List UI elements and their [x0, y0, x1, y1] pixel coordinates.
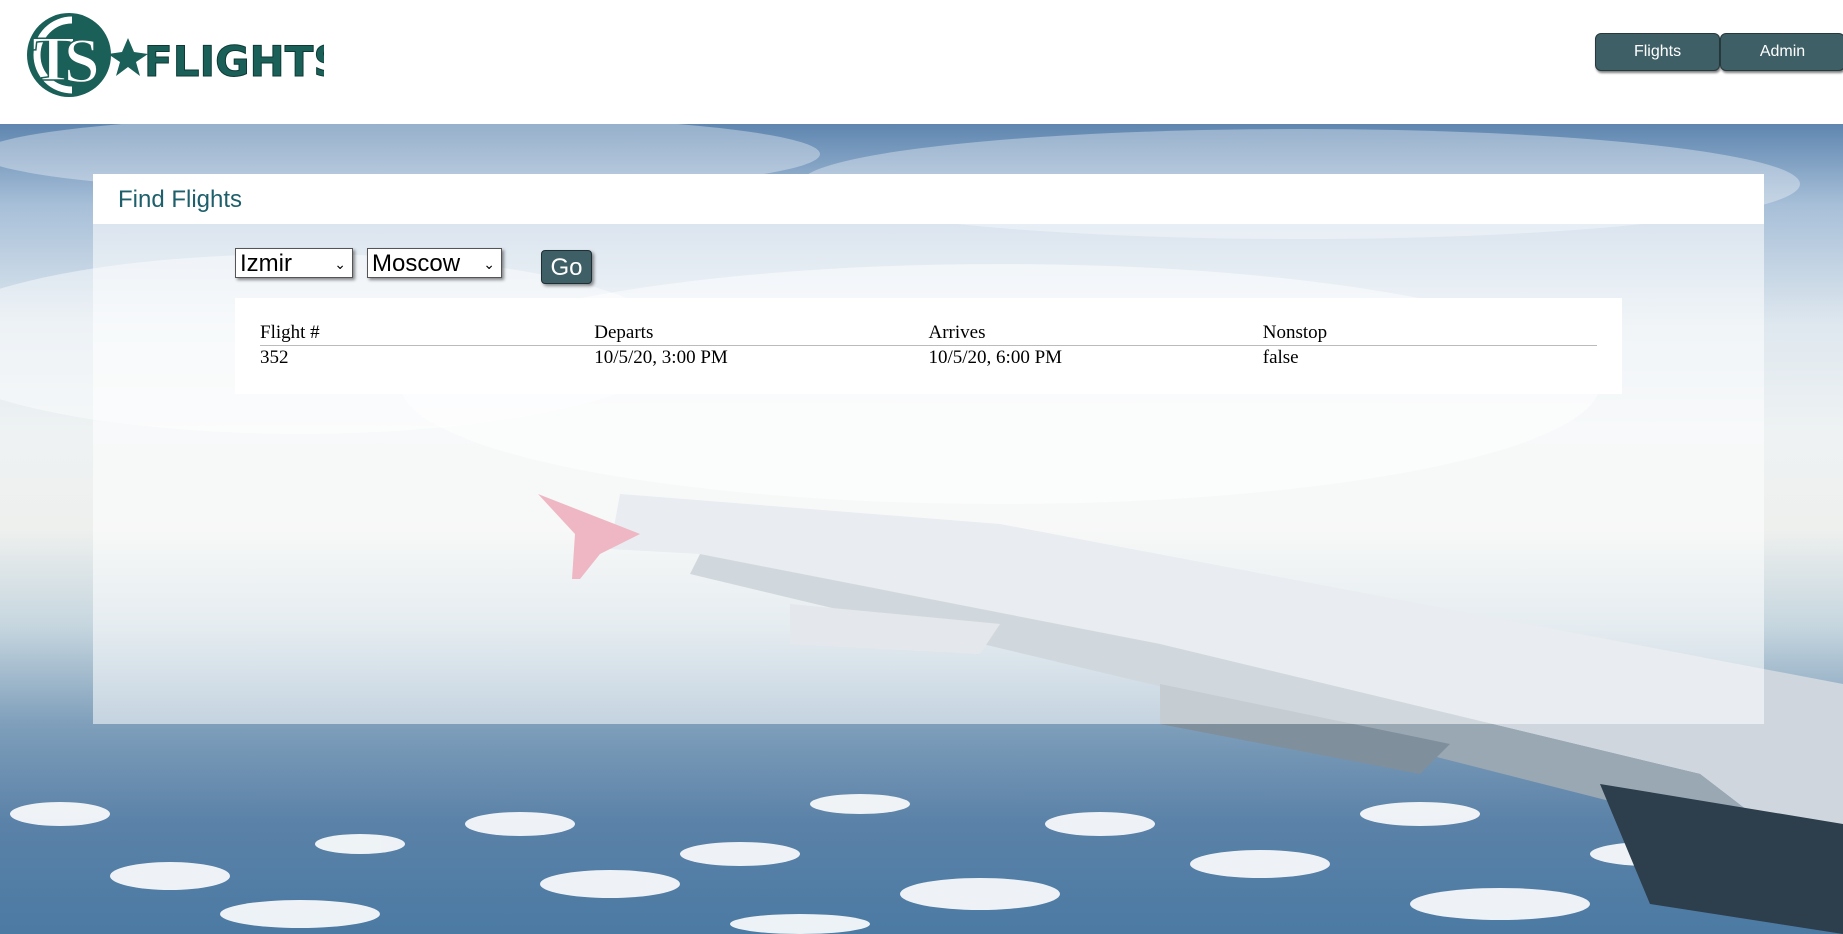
table-row[interactable]: 352 10/5/20, 3:00 PM 10/5/20, 6:00 PM fa… — [260, 346, 1597, 371]
find-flights-panel: Find Flights Izmir ⌄ Moscow ⌄ Go Flight … — [93, 174, 1764, 724]
page-title: Find Flights — [118, 186, 243, 213]
destination-select[interactable]: Moscow ⌄ — [367, 248, 502, 278]
chevron-down-icon: ⌄ — [334, 256, 346, 272]
results-table-container: Flight # Departs Arrives Nonstop 352 10/… — [235, 298, 1622, 394]
origin-select-value: Izmir — [240, 250, 292, 277]
cell-departs: 10/5/20, 3:00 PM — [594, 347, 728, 368]
svg-text:S: S — [64, 25, 100, 96]
cell-nonstop: false — [1262, 347, 1299, 368]
column-header-arrives: Arrives — [928, 321, 1263, 346]
go-button[interactable]: Go — [541, 250, 592, 284]
chevron-down-icon: ⌄ — [483, 256, 495, 272]
cell-arrives: 10/5/20, 6:00 PM — [928, 347, 1063, 368]
destination-select-value: Moscow — [372, 250, 461, 277]
cell-flight-number: 352 — [260, 347, 289, 368]
panel-header: Find Flights — [93, 174, 1764, 224]
nav-flights-button[interactable]: Flights — [1595, 33, 1720, 71]
site-header: T S FLIGHTS Flights Admin — [0, 0, 1843, 124]
column-header-departs: Departs — [594, 321, 929, 346]
site-logo[interactable]: T S FLIGHTS — [24, 10, 344, 100]
column-header-nonstop: Nonstop — [1262, 321, 1597, 346]
results-table: Flight # Departs Arrives Nonstop 352 10/… — [260, 321, 1597, 370]
logo-text: FLIGHTS — [144, 37, 324, 86]
origin-select[interactable]: Izmir ⌄ — [235, 248, 353, 278]
nav-admin-button[interactable]: Admin — [1720, 33, 1843, 71]
column-header-flight: Flight # — [260, 321, 595, 346]
table-header-row: Flight # Departs Arrives Nonstop — [260, 321, 1597, 346]
